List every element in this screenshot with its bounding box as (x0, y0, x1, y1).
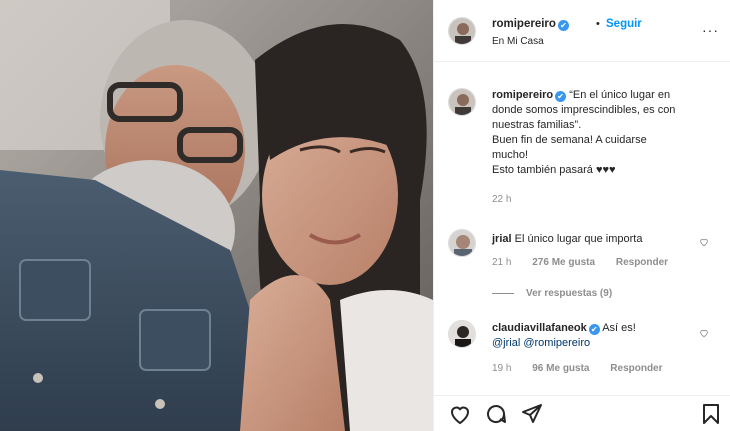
author-username-text[interactable]: romipereiro (492, 18, 556, 30)
comment-time[interactable]: 21 h (492, 257, 511, 268)
location-link[interactable]: En Mi Casa (492, 36, 544, 47)
verified-badge-icon: ✔ (555, 91, 567, 102)
caption-line: Buen fin de semana! A cuidarse (492, 134, 647, 146)
author-username[interactable]: romipereiro ✔ (492, 18, 569, 31)
verified-badge-icon: ✔ (557, 20, 569, 31)
comment-body: El único lugar que importa (514, 233, 643, 245)
caption-line: nuestras familias”. (492, 119, 582, 131)
caption-meta: 22 h (492, 194, 529, 205)
commenter-avatar[interactable] (448, 320, 476, 348)
caption-text: romipereiro ✔ “En el único lugar en donde… (492, 88, 702, 178)
reply-button[interactable]: Responder (610, 363, 662, 374)
photo-image (0, 0, 433, 431)
comment-meta: 19 h 96 Me gusta Responder (492, 363, 681, 374)
comment-likes[interactable]: 276 Me gusta (532, 257, 595, 268)
post-header: romipereiro ✔ • Seguir En Mi Casa ··· (434, 0, 730, 62)
comment-username[interactable]: claudiavillafaneok (492, 322, 587, 334)
reply-button[interactable]: Responder (616, 257, 668, 268)
caption-avatar[interactable] (448, 88, 476, 116)
comment-time[interactable]: 19 h (492, 363, 511, 374)
view-replies-button[interactable]: Ver respuestas (9) (492, 288, 612, 299)
caption-line: donde somos imprescindibles, es con (492, 104, 676, 116)
mention-link[interactable]: @romipereiro (523, 337, 590, 349)
comment-username[interactable]: jrial (492, 233, 512, 245)
comment-text: claudiavillafaneok ✔ Así es! @jrial @romi… (492, 321, 702, 351)
caption-username[interactable]: romipereiro (492, 89, 553, 101)
comment-meta: 21 h 276 Me gusta Responder (492, 257, 686, 268)
separator-dot: • (596, 18, 600, 30)
caption-time[interactable]: 22 h (492, 194, 511, 205)
comments-section[interactable]: romipereiro ✔ “En el único lugar en donde… (434, 62, 730, 387)
comment-like-heart-icon[interactable] (699, 237, 709, 247)
caption-line: “En el único lugar en (569, 89, 671, 101)
caption-line: mucho! (492, 149, 529, 161)
comment-like-heart-icon[interactable] (699, 328, 709, 338)
comment-likes[interactable]: 96 Me gusta (532, 363, 589, 374)
comment-icon[interactable] (484, 402, 508, 426)
mention-link[interactable]: @jrial (492, 337, 520, 349)
heart-icon[interactable] (448, 402, 472, 426)
more-options-icon[interactable]: ··· (702, 22, 719, 38)
comment-body: Así es! (602, 322, 636, 334)
replies-line (492, 292, 514, 294)
caption-line: Esto también pasará ♥♥♥ (492, 164, 616, 176)
commenter-avatar[interactable] (448, 229, 476, 257)
author-avatar[interactable] (448, 17, 476, 45)
post-photo[interactable] (0, 0, 433, 431)
share-icon[interactable] (520, 402, 544, 426)
comment-text: jrial El único lugar que importa (492, 232, 702, 247)
post-panel: romipereiro ✔ • Seguir En Mi Casa ··· rom… (433, 0, 730, 431)
view-replies-label[interactable]: Ver respuestas (9) (526, 288, 612, 299)
follow-button[interactable]: Seguir (606, 18, 642, 30)
verified-badge-icon: ✔ (588, 324, 600, 335)
action-bar (434, 395, 730, 431)
bookmark-icon[interactable] (699, 402, 723, 426)
